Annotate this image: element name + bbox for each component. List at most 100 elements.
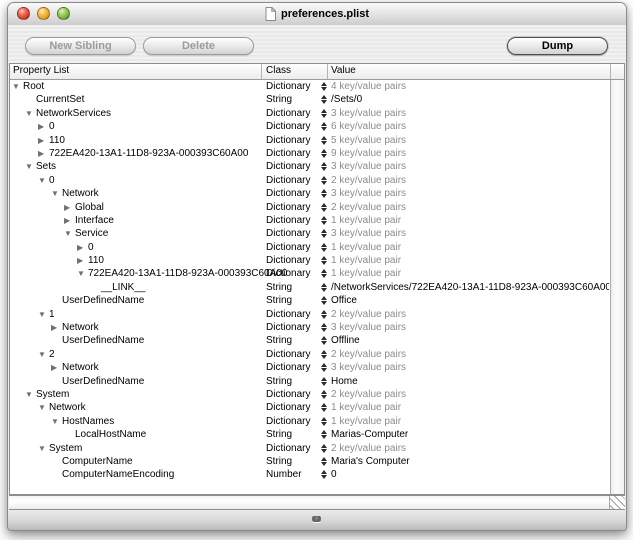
disclosure-triangle-icon[interactable]: ▼ <box>25 107 36 120</box>
row-value[interactable]: 1 key/value pair <box>331 267 609 280</box>
disclosure-triangle-icon[interactable]: ▼ <box>51 415 62 428</box>
close-icon[interactable] <box>17 7 30 20</box>
horizontal-scrollbar[interactable] <box>9 495 625 510</box>
plist-row[interactable]: ▶722EA420-13A1-11D8-923A-000393C60A00Dic… <box>10 147 611 160</box>
class-stepper-icon[interactable] <box>321 417 327 426</box>
row-value[interactable]: 3 key/value pairs <box>331 187 609 200</box>
row-class-popup[interactable]: String <box>266 281 292 294</box>
class-stepper-icon[interactable] <box>321 363 327 372</box>
class-stepper-icon[interactable] <box>321 216 327 225</box>
disclosure-triangle-icon[interactable]: ▼ <box>38 401 49 414</box>
row-value[interactable]: Offline <box>331 334 609 347</box>
plist-row[interactable]: ▶0Dictionary1 key/value pair <box>10 241 611 254</box>
row-value[interactable]: 2 key/value pairs <box>331 388 609 401</box>
row-class-popup[interactable]: Dictionary <box>266 107 310 120</box>
split-pane-dimple-icon[interactable] <box>312 516 321 522</box>
row-value[interactable]: 1 key/value pair <box>331 254 609 267</box>
disclosure-triangle-icon[interactable]: ▶ <box>64 201 75 214</box>
class-stepper-icon[interactable] <box>321 189 327 198</box>
plist-row[interactable]: ▼HostNamesDictionary1 key/value pair <box>10 415 611 428</box>
column-header-class[interactable]: Class <box>266 65 291 76</box>
row-value[interactable]: Marias-Computer <box>331 428 609 441</box>
plist-row[interactable]: LocalHostNameStringMarias-Computer <box>10 428 611 441</box>
plist-row[interactable]: ▼SystemDictionary2 key/value pairs <box>10 442 611 455</box>
row-value[interactable]: Home <box>331 375 609 388</box>
disclosure-triangle-icon[interactable]: ▼ <box>64 227 75 240</box>
class-stepper-icon[interactable] <box>321 283 327 292</box>
class-stepper-icon[interactable] <box>321 296 327 305</box>
row-value[interactable]: 1 key/value pair <box>331 401 609 414</box>
plist-row[interactable]: ▶0Dictionary6 key/value pairs <box>10 120 611 133</box>
row-class-popup[interactable]: Dictionary <box>266 80 310 93</box>
disclosure-triangle-icon[interactable]: ▼ <box>38 348 49 361</box>
row-class-popup[interactable]: Dictionary <box>266 361 310 374</box>
row-value[interactable]: 3 key/value pairs <box>331 160 609 173</box>
class-stepper-icon[interactable] <box>321 109 327 118</box>
row-class-popup[interactable]: Dictionary <box>266 442 310 455</box>
disclosure-triangle-icon[interactable]: ▼ <box>25 160 36 173</box>
column-divider[interactable] <box>327 64 328 79</box>
vertical-scrollbar[interactable] <box>610 80 624 494</box>
class-stepper-icon[interactable] <box>321 136 327 145</box>
disclosure-triangle-icon[interactable]: ▼ <box>38 442 49 455</box>
row-class-popup[interactable]: Dictionary <box>266 187 310 200</box>
row-value[interactable]: 2 key/value pairs <box>331 201 609 214</box>
row-class-popup[interactable]: Dictionary <box>266 227 310 240</box>
plist-row[interactable]: ▶NetworkDictionary3 key/value pairs <box>10 321 611 334</box>
row-value[interactable]: 1 key/value pair <box>331 415 609 428</box>
disclosure-triangle-icon[interactable]: ▶ <box>51 361 62 374</box>
row-class-popup[interactable]: Dictionary <box>266 147 310 160</box>
new-sibling-button[interactable]: New Sibling <box>25 37 136 55</box>
disclosure-triangle-icon[interactable]: ▶ <box>77 254 88 267</box>
row-class-popup[interactable]: String <box>266 455 292 468</box>
disclosure-triangle-icon[interactable]: ▼ <box>38 174 49 187</box>
class-stepper-icon[interactable] <box>321 457 327 466</box>
resize-grip-icon[interactable] <box>609 496 625 509</box>
class-stepper-icon[interactable] <box>321 269 327 278</box>
row-class-popup[interactable]: Number <box>266 468 302 481</box>
delete-button[interactable]: Delete <box>143 37 254 55</box>
row-value[interactable]: 3 key/value pairs <box>331 227 609 240</box>
row-class-popup[interactable]: String <box>266 428 292 441</box>
plist-row[interactable]: ▼SystemDictionary2 key/value pairs <box>10 388 611 401</box>
disclosure-triangle-icon[interactable]: ▶ <box>64 214 75 227</box>
dump-button[interactable]: Dump <box>507 37 608 55</box>
plist-row[interactable]: ▶InterfaceDictionary1 key/value pair <box>10 214 611 227</box>
disclosure-triangle-icon[interactable]: ▼ <box>12 80 23 93</box>
row-class-popup[interactable]: Dictionary <box>266 241 310 254</box>
class-stepper-icon[interactable] <box>321 444 327 453</box>
plist-row[interactable]: ComputerNameEncodingNumber0 <box>10 468 611 481</box>
class-stepper-icon[interactable] <box>321 82 327 91</box>
class-stepper-icon[interactable] <box>321 162 327 171</box>
row-value[interactable]: 3 key/value pairs <box>331 321 609 334</box>
class-stepper-icon[interactable] <box>321 377 327 386</box>
minimize-icon[interactable] <box>37 7 50 20</box>
class-stepper-icon[interactable] <box>321 256 327 265</box>
disclosure-triangle-icon[interactable]: ▶ <box>38 147 49 160</box>
plist-row[interactable]: ComputerNameStringMaria's Computer <box>10 455 611 468</box>
class-stepper-icon[interactable] <box>321 430 327 439</box>
class-stepper-icon[interactable] <box>321 310 327 319</box>
plist-row[interactable]: __LINK__String/NetworkServices/722EA420-… <box>10 281 611 294</box>
class-stepper-icon[interactable] <box>321 243 327 252</box>
plist-row[interactable]: ▶GlobalDictionary2 key/value pairs <box>10 201 611 214</box>
row-class-popup[interactable]: String <box>266 334 292 347</box>
row-class-popup[interactable]: Dictionary <box>266 254 310 267</box>
row-value[interactable]: 3 key/value pairs <box>331 361 609 374</box>
plist-row[interactable]: ▼NetworkServicesDictionary3 key/value pa… <box>10 107 611 120</box>
row-value[interactable]: 3 key/value pairs <box>331 107 609 120</box>
column-divider[interactable] <box>261 64 262 79</box>
plist-row[interactable]: ▼NetworkDictionary1 key/value pair <box>10 401 611 414</box>
row-class-popup[interactable]: Dictionary <box>266 174 310 187</box>
class-stepper-icon[interactable] <box>321 229 327 238</box>
plist-row[interactable]: ▼SetsDictionary3 key/value pairs <box>10 160 611 173</box>
plist-row[interactable]: ▼2Dictionary2 key/value pairs <box>10 348 611 361</box>
plist-row[interactable]: ▶110Dictionary5 key/value pairs <box>10 134 611 147</box>
class-stepper-icon[interactable] <box>321 176 327 185</box>
class-stepper-icon[interactable] <box>321 403 327 412</box>
row-class-popup[interactable]: Dictionary <box>266 201 310 214</box>
class-stepper-icon[interactable] <box>321 336 327 345</box>
disclosure-triangle-icon[interactable]: ▼ <box>25 388 36 401</box>
disclosure-triangle-icon[interactable]: ▶ <box>77 241 88 254</box>
row-value[interactable]: /NetworkServices/722EA420-13A1-11D8-923A… <box>331 281 609 294</box>
